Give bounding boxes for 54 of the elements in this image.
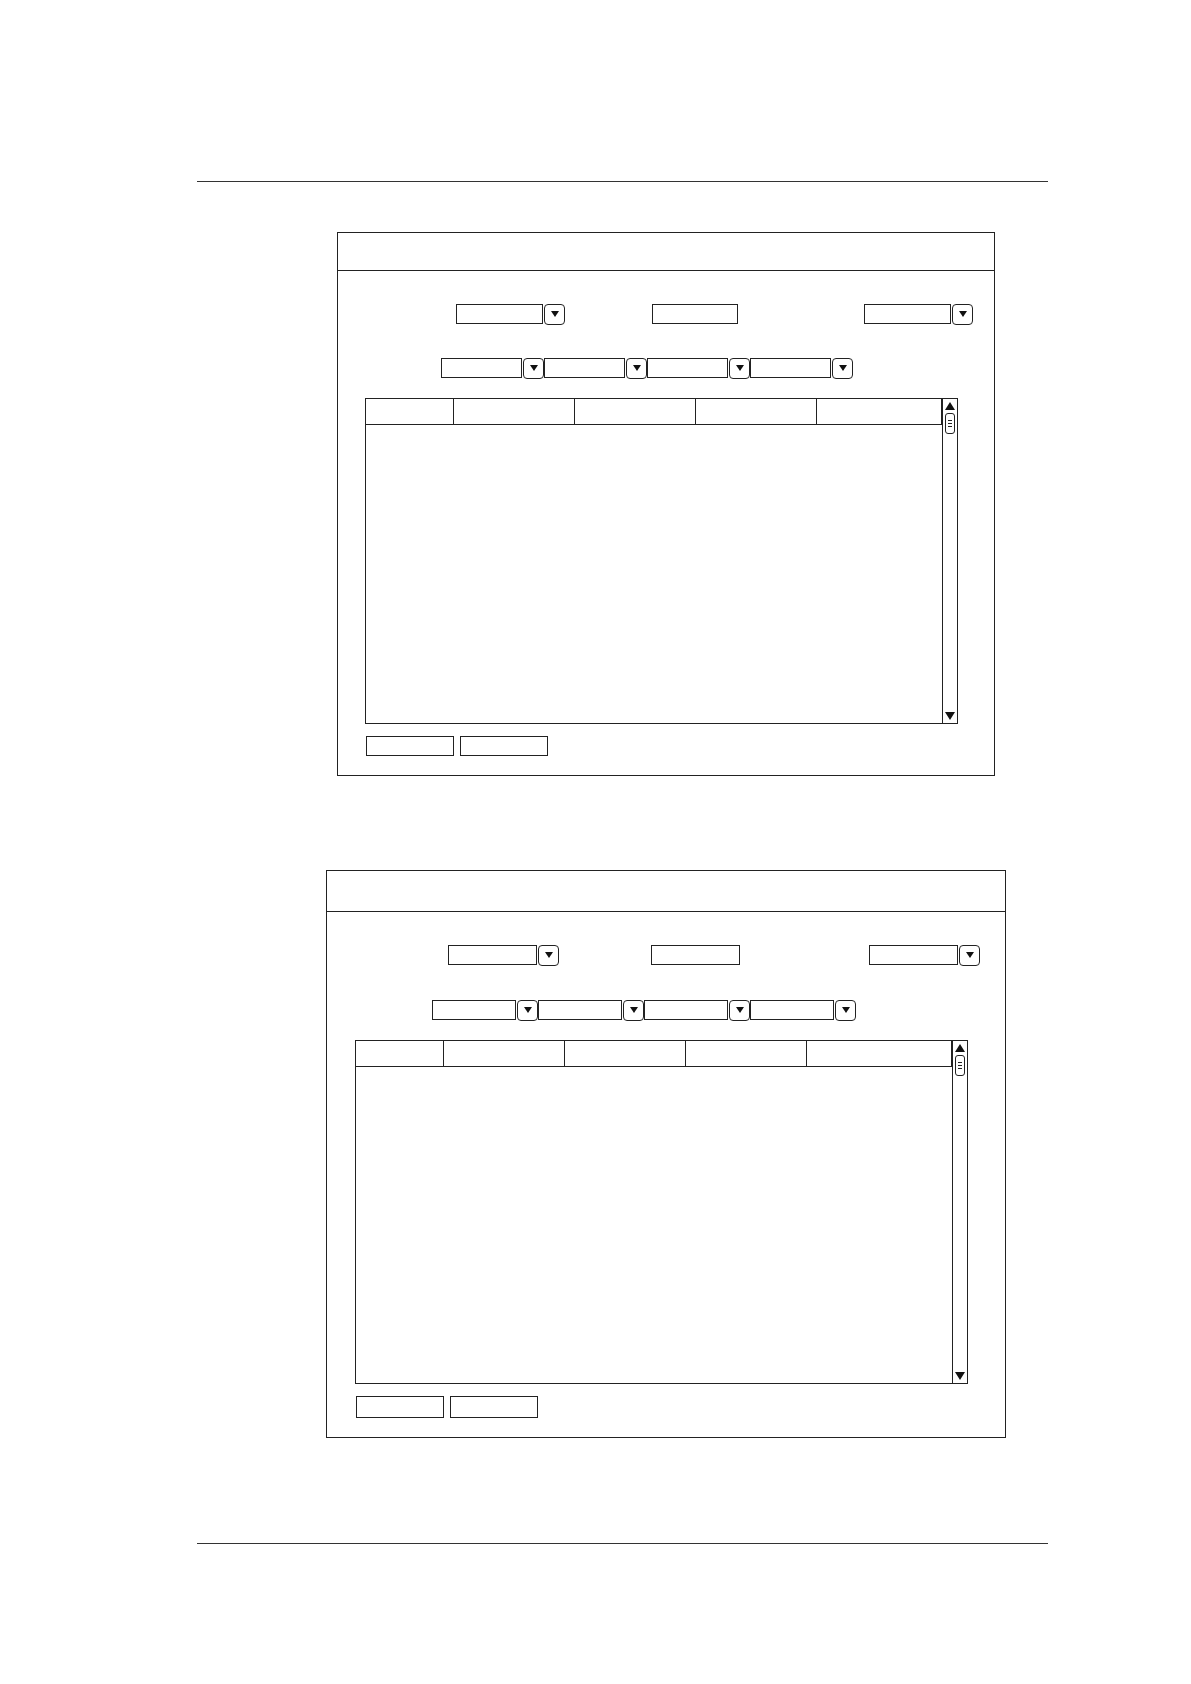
combo-field[interactable] (544, 358, 625, 378)
scroll-up-button[interactable] (955, 1044, 965, 1052)
combo-field[interactable] (647, 358, 728, 378)
combo-field[interactable] (869, 945, 958, 965)
up-triangle-icon (945, 402, 955, 410)
caret-icon (735, 365, 744, 371)
caret-icon (550, 311, 559, 317)
dropdown-button[interactable] (832, 357, 853, 379)
scroll-down-button[interactable] (955, 1372, 965, 1380)
vertical-scrollbar[interactable] (952, 1041, 967, 1383)
caret-icon (965, 952, 974, 958)
dropdown-button[interactable] (959, 944, 980, 966)
dropdown-button[interactable] (626, 357, 647, 379)
caret-icon (841, 1007, 850, 1013)
dropdown-button[interactable] (835, 999, 856, 1021)
input-field[interactable] (652, 304, 738, 324)
blank-button[interactable] (356, 1396, 444, 1418)
caret-icon (529, 365, 538, 371)
combo-field[interactable] (448, 945, 537, 965)
caret-icon (735, 1007, 744, 1013)
scroll-thumb[interactable] (955, 1055, 965, 1076)
caret-icon (629, 1007, 638, 1013)
scroll-down-button[interactable] (945, 712, 955, 720)
dropdown-button[interactable] (544, 303, 565, 325)
dropdown-button[interactable] (523, 357, 544, 379)
caret-icon (958, 311, 967, 317)
scroll-up-button[interactable] (945, 402, 955, 410)
up-triangle-icon (955, 1044, 965, 1052)
combo-field[interactable] (750, 358, 831, 378)
dropdown-button[interactable] (517, 999, 538, 1021)
scroll-thumb[interactable] (945, 413, 955, 434)
blank-button[interactable] (460, 736, 548, 756)
vertical-scrollbar[interactable] (942, 399, 957, 723)
dropdown-button[interactable] (729, 999, 750, 1021)
blank-button[interactable] (450, 1396, 538, 1418)
down-triangle-icon (945, 712, 955, 720)
dropdown-button[interactable] (729, 357, 750, 379)
combo-field[interactable] (538, 1000, 622, 1020)
combo-field[interactable] (456, 304, 543, 324)
dropdown-button[interactable] (538, 944, 559, 966)
combo-field[interactable] (750, 1000, 834, 1020)
dropdown-button[interactable] (623, 999, 644, 1021)
caret-icon (523, 1007, 532, 1013)
down-triangle-icon (955, 1372, 965, 1380)
combo-field[interactable] (644, 1000, 728, 1020)
dropdown-button[interactable] (952, 303, 973, 325)
caret-icon (838, 365, 847, 371)
combo-field[interactable] (441, 358, 522, 378)
caret-icon (544, 952, 553, 958)
blank-button[interactable] (366, 736, 454, 756)
combo-field[interactable] (432, 1000, 516, 1020)
combo-field[interactable] (864, 304, 951, 324)
input-field[interactable] (651, 945, 740, 965)
caret-icon (632, 365, 641, 371)
